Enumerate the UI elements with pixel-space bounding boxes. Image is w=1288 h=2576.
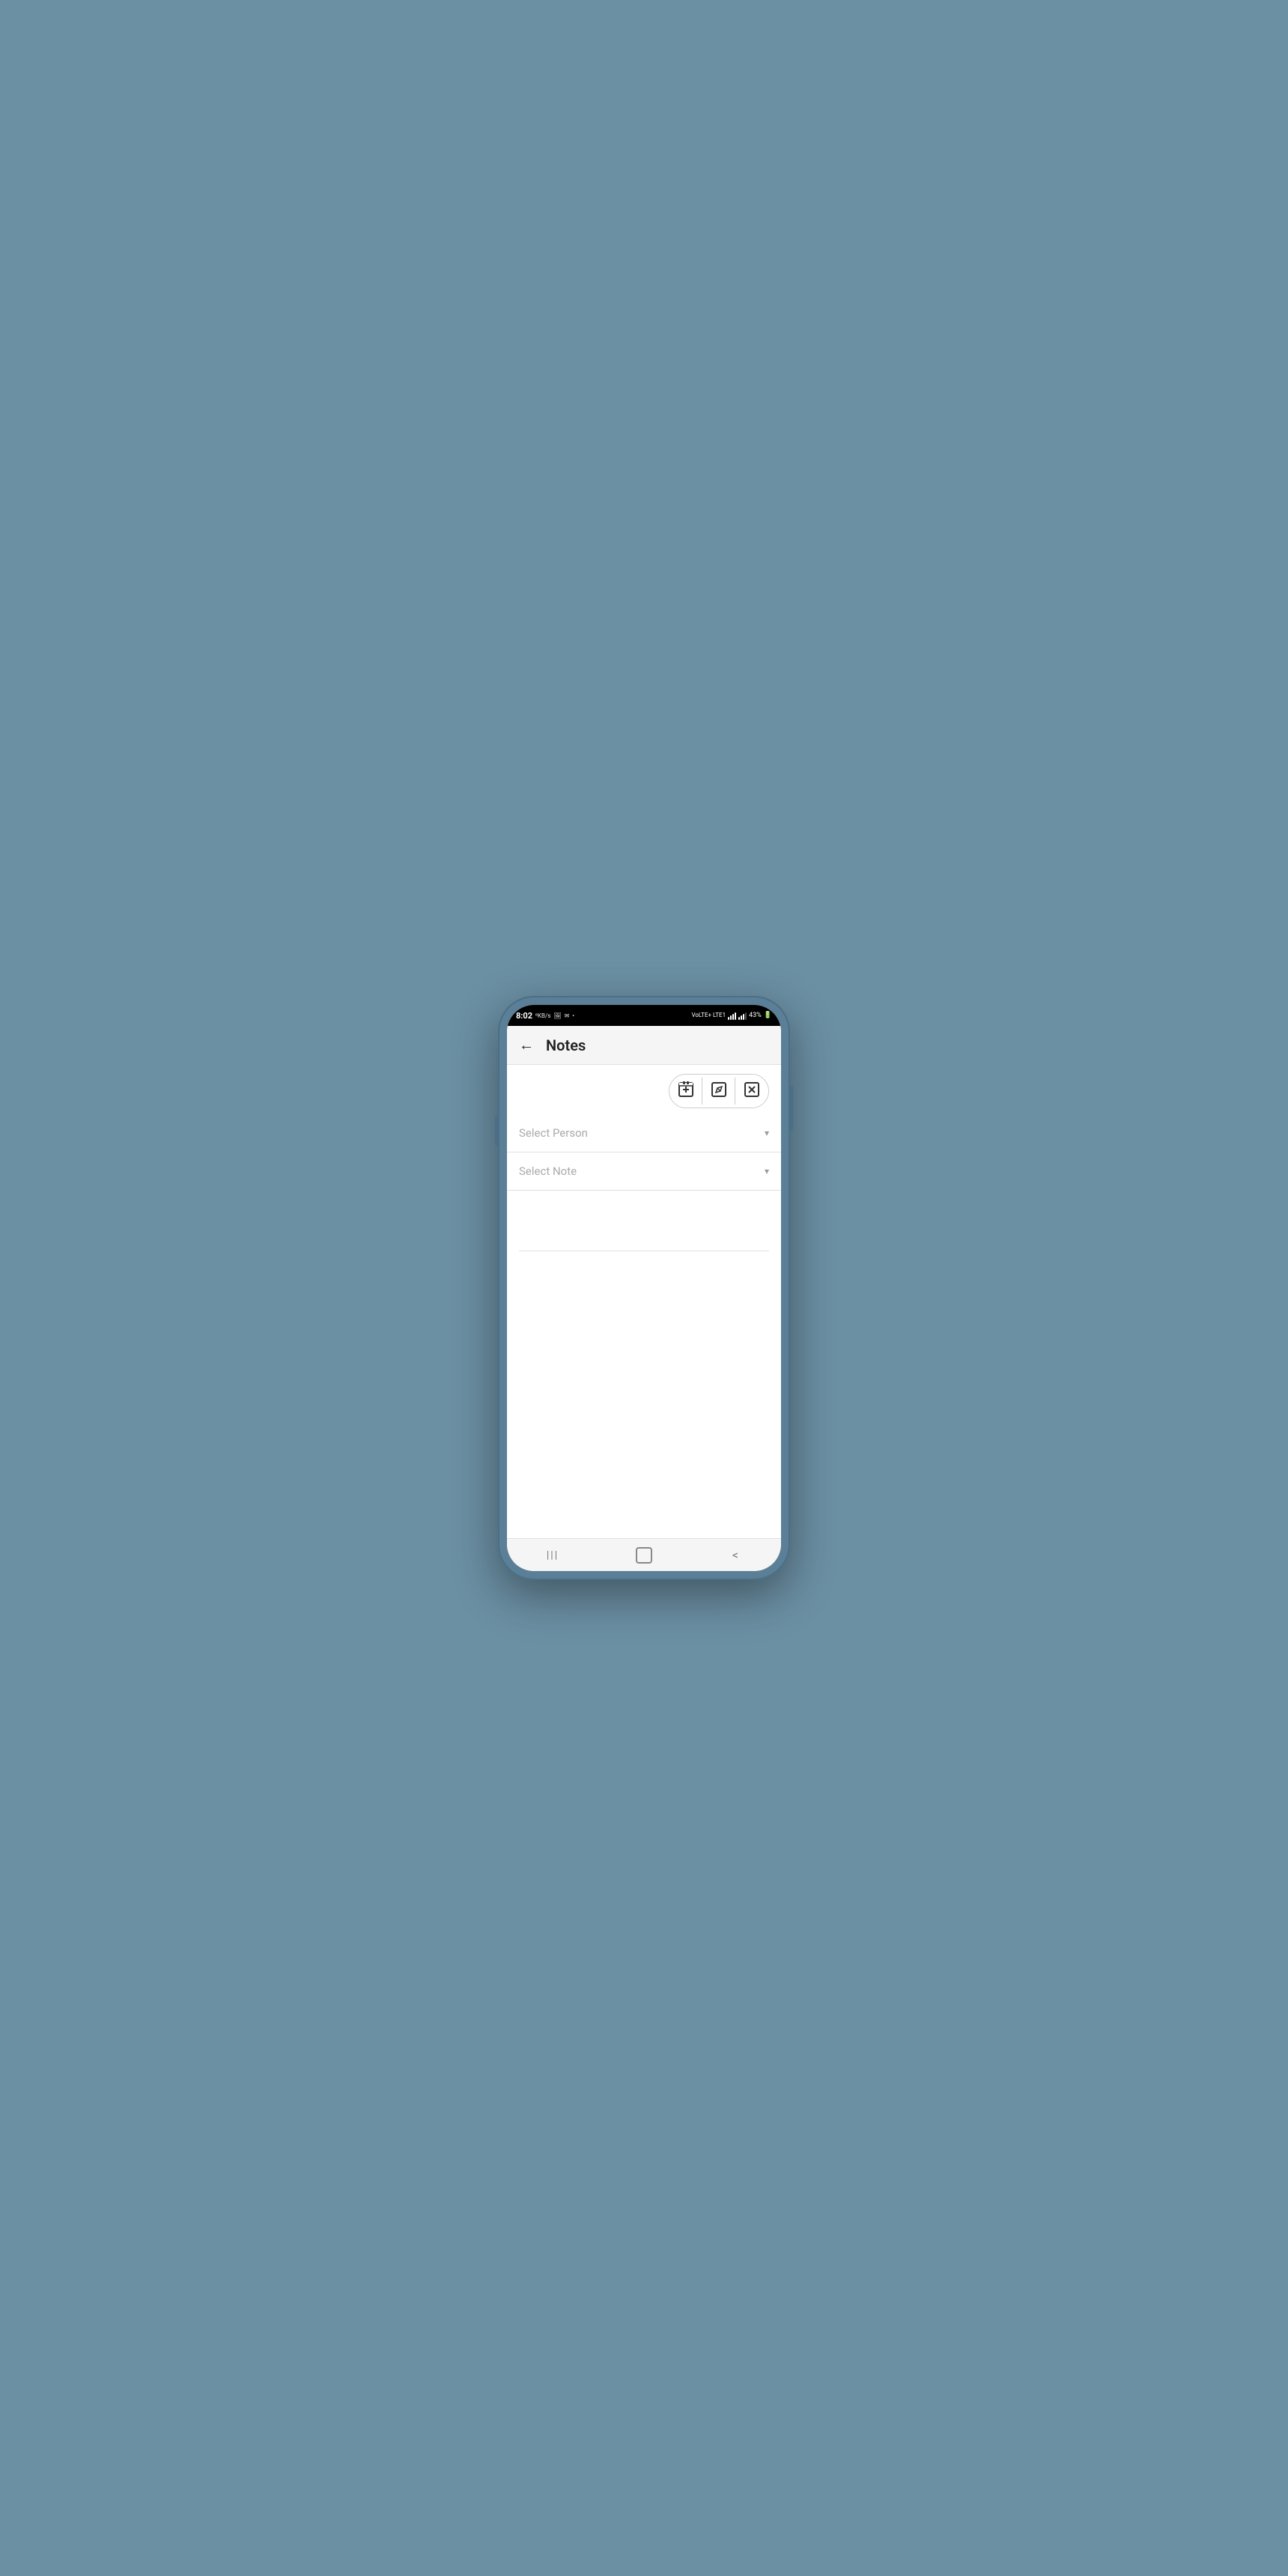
email-icon: ✉ <box>565 1012 570 1019</box>
signal-strength2-icon <box>738 1011 747 1020</box>
page-title: Notes <box>546 1036 586 1054</box>
back-nav-icon: < <box>732 1548 738 1562</box>
select-person-dropdown[interactable]: Select Person ▾ <box>507 1114 781 1152</box>
recents-icon: ||| <box>547 1549 559 1561</box>
empty-content-area <box>507 1251 781 1538</box>
data-speed-icon: ⁰KB/s <box>535 1012 550 1019</box>
recents-button[interactable]: ||| <box>530 1539 575 1571</box>
delete-note-icon <box>744 1081 760 1102</box>
phone-screen: 8:02 ⁰KB/s 🖼 ✉ • VoLTE+ LTE1 <box>507 1005 781 1571</box>
chevron-down-icon: ▾ <box>765 1128 769 1138</box>
chevron-down-icon-2: ▾ <box>765 1166 769 1176</box>
power-button[interactable] <box>790 1086 793 1131</box>
signal-strength-icon <box>728 1011 736 1020</box>
select-note-label: Select Note <box>519 1164 577 1178</box>
status-left: 8:02 ⁰KB/s 🖼 ✉ • <box>516 1011 574 1021</box>
dot-icon: • <box>572 1012 574 1019</box>
network-label: VoLTE+ LTE1 <box>691 1012 726 1019</box>
home-button[interactable] <box>622 1539 666 1571</box>
add-note-icon <box>678 1081 694 1102</box>
home-icon <box>636 1547 652 1564</box>
toolbar-group <box>669 1074 769 1108</box>
select-person-label: Select Person <box>519 1126 588 1140</box>
edit-note-button[interactable] <box>702 1075 735 1108</box>
volume-button[interactable] <box>495 1116 498 1146</box>
status-time: 8:02 <box>516 1011 532 1021</box>
back-button[interactable]: ← <box>519 1036 534 1054</box>
delete-note-button[interactable] <box>735 1075 768 1108</box>
select-note-dropdown[interactable]: Select Note ▾ <box>507 1152 781 1191</box>
status-right: VoLTE+ LTE1 43% 🔋 <box>691 1011 772 1020</box>
gallery-icon: 🖼 <box>553 1012 561 1019</box>
app-header: ← Notes <box>507 1026 781 1065</box>
toolbar <box>507 1065 781 1114</box>
battery-percentage: 43% <box>749 1012 762 1019</box>
battery-icon: 🔋 <box>764 1012 772 1019</box>
add-note-button[interactable] <box>669 1075 702 1108</box>
edit-note-icon <box>711 1081 727 1102</box>
nav-bar: ||| < <box>507 1538 781 1571</box>
app-content: Select Person ▾ Select Note ▾ <box>507 1065 781 1538</box>
back-nav-button[interactable]: < <box>713 1539 758 1571</box>
phone-frame: 8:02 ⁰KB/s 🖼 ✉ • VoLTE+ LTE1 <box>498 996 790 1580</box>
status-bar: 8:02 ⁰KB/s 🖼 ✉ • VoLTE+ LTE1 <box>507 1005 781 1026</box>
